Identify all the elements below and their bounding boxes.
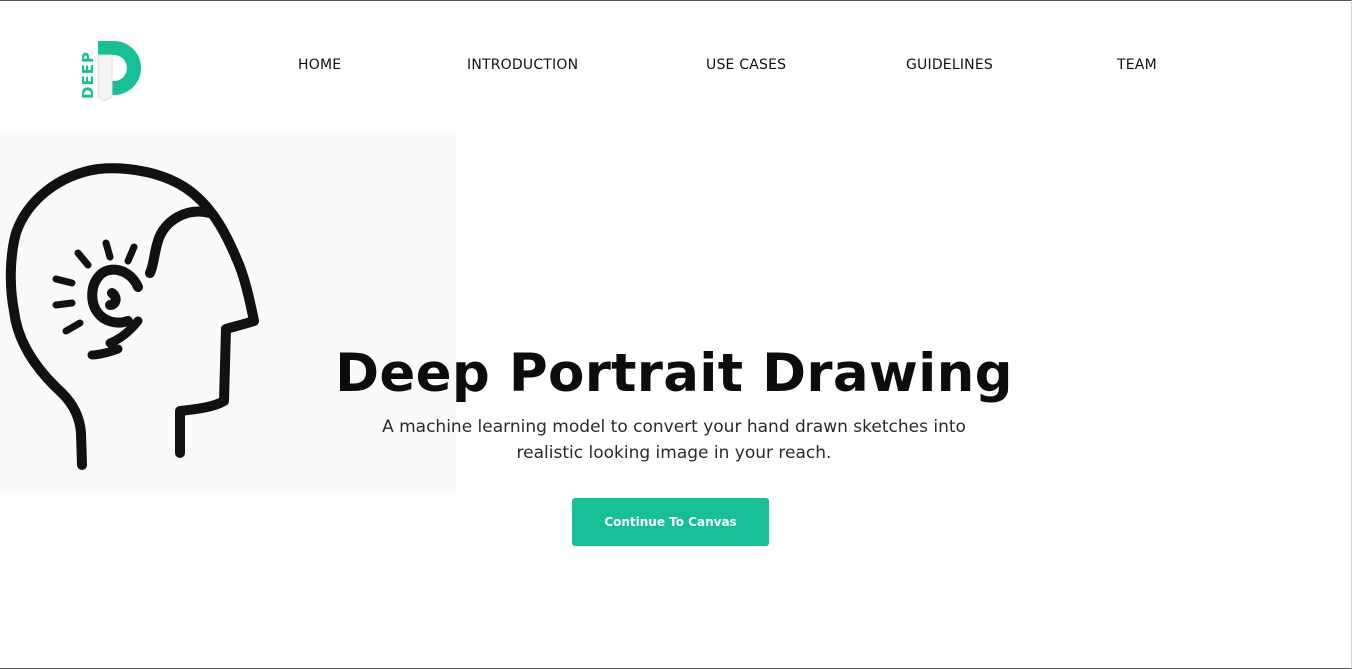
nav-item-guidelines[interactable]: GUIDELINES: [906, 57, 993, 73]
nav-item-introduction[interactable]: INTRODUCTION: [467, 57, 578, 73]
continue-to-canvas-button[interactable]: Continue To Canvas: [572, 498, 769, 546]
hero-subtitle: A machine learning model to convert your…: [382, 417, 966, 463]
page-frame: DEEP HOME INTRODUCTION USE CASES GUIDELI…: [0, 0, 1352, 669]
nav-item-use-cases[interactable]: USE CASES: [706, 57, 786, 73]
nav-item-home[interactable]: HOME: [298, 57, 341, 73]
hero-title: Deep Portrait Drawing: [335, 343, 1013, 404]
nav-item-team[interactable]: TEAM: [1117, 57, 1157, 73]
main-nav: HOME INTRODUCTION USE CASES GUIDELINES T…: [0, 57, 1351, 77]
